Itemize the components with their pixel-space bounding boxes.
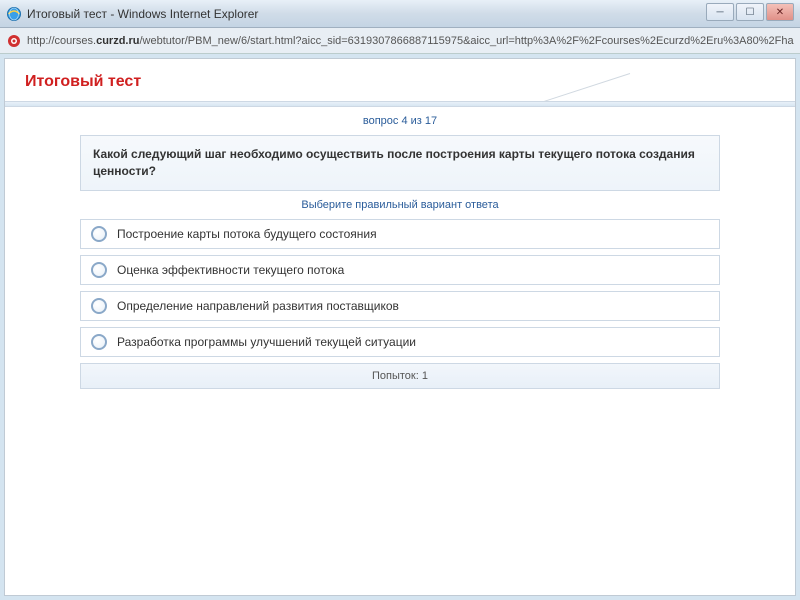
question-progress: вопрос 4 из 17 [80,115,720,127]
url-host: curzd.ru [96,35,139,47]
radio-icon [91,262,107,278]
url-rest: /webtutor/PBM_new/6/start.html?aicc_sid=… [140,35,795,47]
attempts-value: 1 [422,370,428,382]
page-content: Итоговый тест вопрос 4 из 17 Какой следу… [4,58,796,596]
url-prefix: http://courses. [27,35,96,47]
option-label: Определение направлений развития поставщ… [117,299,399,313]
radio-icon [91,334,107,350]
option-2[interactable]: Оценка эффективности текущего потока [80,255,720,285]
url-text: http://courses.curzd.ru/webtutor/PBM_new… [27,35,794,47]
window-titlebar: Итоговый тест - Windows Internet Explore… [0,0,800,28]
ie-icon [6,6,22,22]
radio-icon [91,298,107,314]
option-label: Оценка эффективности текущего потока [117,263,344,277]
option-4[interactable]: Разработка программы улучшений текущей с… [80,327,720,357]
option-1[interactable]: Построение карты потока будущего состоян… [80,219,720,249]
option-3[interactable]: Определение направлений развития поставщ… [80,291,720,321]
option-label: Построение карты потока будущего состоян… [117,227,377,241]
radio-icon [91,226,107,242]
quiz-container: вопрос 4 из 17 Какой следующий шаг необх… [80,115,720,389]
options-list: Построение карты потока будущего состоян… [80,219,720,357]
attempts-box: Попыток: 1 [80,363,720,389]
attempts-label: Попыток: [372,370,419,382]
option-label: Разработка программы улучшений текущей с… [117,335,416,349]
instruction-text: Выберите правильный вариант ответа [80,199,720,211]
maximize-button[interactable]: ☐ [736,3,764,21]
window-controls: ─ ☐ ✕ [706,3,794,21]
address-bar[interactable]: http://courses.curzd.ru/webtutor/PBM_new… [0,28,800,54]
minimize-button[interactable]: ─ [706,3,734,21]
page-title: Итоговый тест [25,73,775,91]
question-text: Какой следующий шаг необходимо осуществи… [80,135,720,191]
site-icon [6,33,22,49]
window-title: Итоговый тест - Windows Internet Explore… [27,7,258,21]
header-band [5,101,795,107]
close-button[interactable]: ✕ [766,3,794,21]
